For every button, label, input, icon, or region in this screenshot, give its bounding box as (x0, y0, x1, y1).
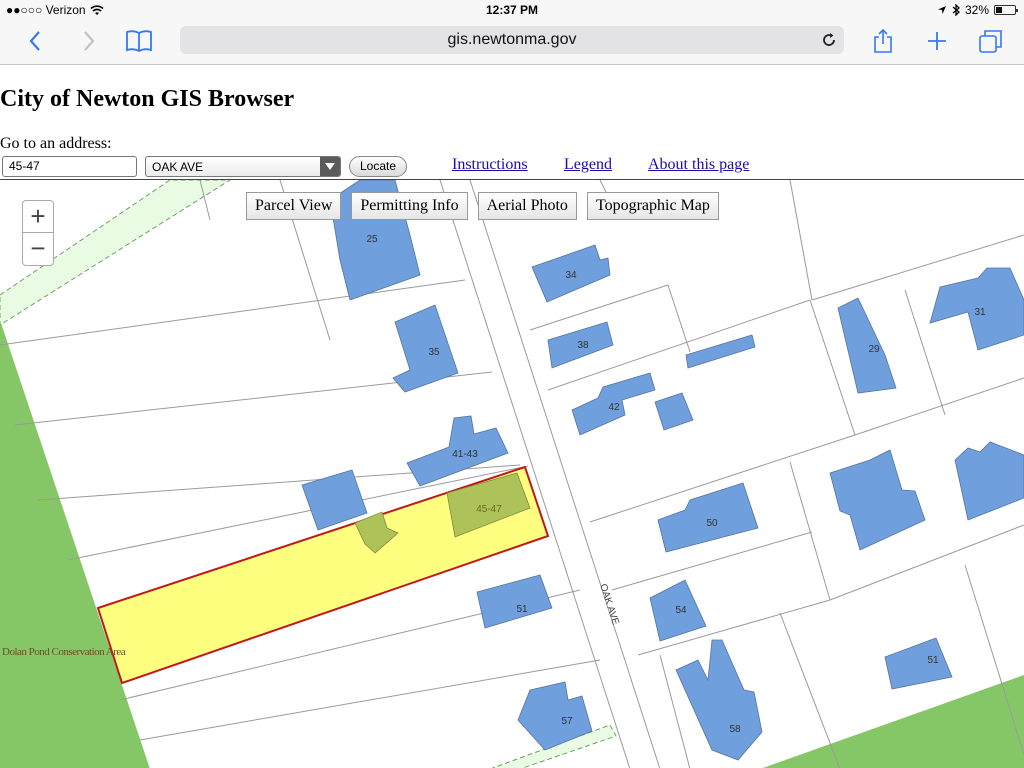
reload-icon[interactable] (820, 31, 838, 49)
building-51-right (884, 637, 953, 690)
building-42b (654, 392, 694, 431)
building-51-left (476, 574, 553, 629)
status-bar: ●●○○○ Verizon 12:37 PM 32% (0, 0, 1024, 20)
url-text: gis.newtonma.gov (447, 31, 577, 48)
address-number-input[interactable]: 45-47 (2, 156, 137, 177)
tab-parcel-view[interactable]: Parcel View (246, 192, 342, 220)
building-number-label: 57 (561, 716, 573, 727)
tab-topographic-map[interactable]: Topographic Map (586, 192, 719, 220)
building-number-label: 38 (577, 340, 589, 351)
street-label-oak-ave: OAK AVE (597, 583, 621, 627)
building-number-label: 51 (516, 604, 528, 615)
tabs-button[interactable] (974, 26, 1008, 56)
share-icon (874, 28, 892, 53)
tab-permitting-info[interactable]: Permitting Info (351, 192, 468, 220)
building-number-label: 41-43 (452, 449, 478, 460)
building-number-label: 50 (706, 518, 718, 529)
building-right-edge (954, 441, 1024, 521)
building-29 (837, 297, 897, 394)
chevron-right-icon (84, 31, 95, 51)
building-number-label: 45-47 (476, 504, 502, 515)
battery-icon (994, 5, 1018, 15)
book-icon (126, 30, 152, 53)
bluetooth-icon (952, 4, 960, 16)
gis-map[interactable]: 25 34 31 35 38 29 42 41-43 45-47 50 51 5… (0, 179, 1024, 768)
location-arrow-icon (937, 6, 946, 14)
building-number-label: 51 (927, 655, 939, 666)
building-58 (675, 639, 763, 761)
street-select[interactable]: OAK AVE (145, 156, 341, 177)
status-right: 32% (937, 3, 1018, 17)
goto-address-label: Go to an address: (0, 135, 112, 152)
building-number-label: 54 (675, 605, 687, 616)
tabs-icon (979, 30, 1002, 53)
plus-icon (928, 32, 946, 50)
building-number-label: 31 (974, 307, 986, 318)
zoom-in-button[interactable]: + (23, 201, 53, 233)
forward-button[interactable] (72, 26, 106, 56)
building-number-label: 29 (868, 344, 880, 355)
building-right-mid (829, 449, 926, 551)
back-button[interactable] (18, 26, 52, 56)
zoom-out-button[interactable]: − (23, 233, 53, 265)
chevron-left-icon (29, 31, 40, 51)
building-number-label: 35 (428, 347, 440, 358)
building-number-label: 25 (366, 234, 378, 245)
browser-toolbar: gis.newtonma.gov (0, 20, 1024, 65)
locate-button[interactable]: Locate (349, 156, 407, 177)
battery-percent: 32% (964, 3, 989, 17)
url-bar[interactable]: gis.newtonma.gov (180, 26, 844, 54)
building-annex (685, 334, 756, 369)
conservation-area-label: Dolan Pond Conservation Area (2, 646, 126, 658)
legend-link[interactable]: Legend (564, 156, 612, 174)
buildings (301, 180, 1024, 761)
about-link[interactable]: About this page (648, 156, 749, 174)
instructions-link[interactable]: Instructions (452, 156, 528, 174)
building-number-label: 42 (608, 402, 620, 413)
building-35 (392, 304, 459, 393)
clock: 12:37 PM (485, 3, 539, 17)
page-title: City of Newton GIS Browser (0, 86, 295, 112)
building-number-label: 58 (729, 724, 741, 735)
map-canvas[interactable]: 25 34 31 35 38 29 42 41-43 45-47 50 51 5… (0, 180, 1024, 768)
map-view-tabs: Parcel View Permitting Info Aerial Photo… (246, 192, 719, 220)
new-tab-button[interactable] (920, 26, 954, 56)
zoom-control: + − (22, 200, 54, 266)
building-number-label: 34 (565, 270, 577, 281)
street-select-value: OAK AVE (152, 160, 204, 174)
building-garage (301, 469, 368, 531)
chevron-down-icon (320, 157, 340, 176)
tab-aerial-photo[interactable]: Aerial Photo (477, 192, 577, 220)
bookmarks-button[interactable] (122, 26, 156, 56)
share-button[interactable] (866, 26, 900, 56)
conservation-area-left (0, 320, 150, 768)
